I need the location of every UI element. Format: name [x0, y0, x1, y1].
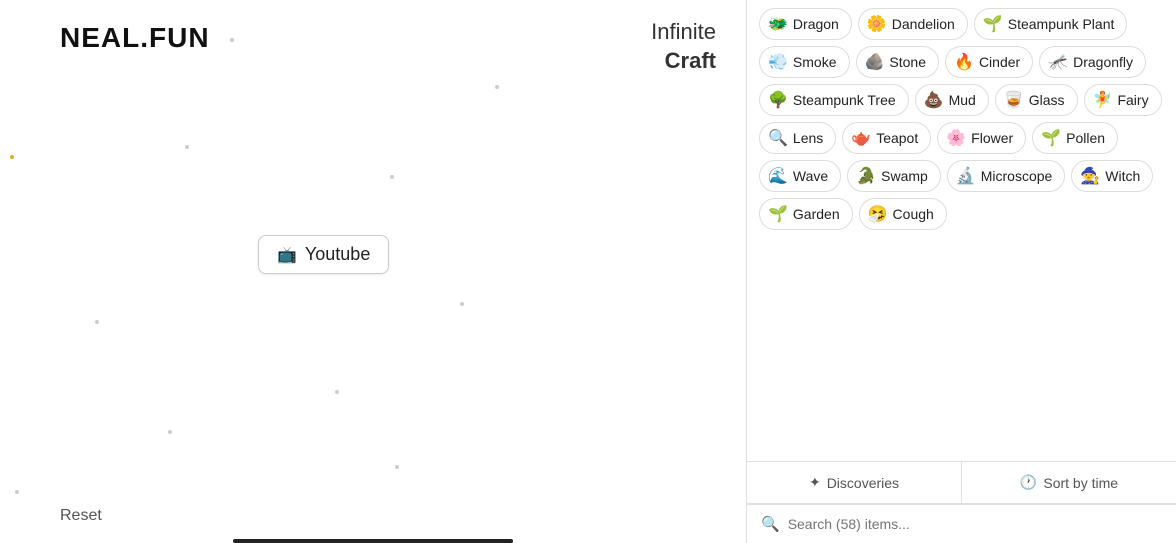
- element-label: Lens: [793, 130, 823, 146]
- element-label: Cough: [893, 206, 934, 222]
- element-emoji: 🌱: [1041, 128, 1061, 148]
- element-label: Witch: [1105, 168, 1140, 184]
- element-chip[interactable]: 🪨Stone: [856, 46, 940, 78]
- youtube-label: Youtube: [305, 244, 370, 265]
- clock-icon: 🕐: [1020, 474, 1037, 491]
- dot-decoration: [95, 320, 99, 324]
- element-emoji: 🌸: [946, 128, 966, 148]
- element-emoji: 🌱: [768, 204, 788, 224]
- discoveries-icon: ✦: [809, 474, 821, 491]
- element-label: Garden: [793, 206, 840, 222]
- element-emoji: 🌊: [768, 166, 788, 186]
- craft-canvas: NEAL.FUN InfiniteCraft 📺 Youtube Reset: [0, 0, 746, 543]
- element-label: Mud: [949, 92, 976, 108]
- search-input[interactable]: [788, 516, 1162, 532]
- discoveries-label: Discoveries: [827, 475, 899, 491]
- element-chip[interactable]: 🧚Fairy: [1084, 84, 1162, 116]
- element-emoji: 🌱: [983, 14, 1003, 34]
- element-chip[interactable]: 🌸 Flower: [937, 122, 1026, 154]
- element-label: Swamp: [881, 168, 928, 184]
- element-chip[interactable]: 🧙 Witch: [1071, 160, 1153, 192]
- element-emoji: 🐊: [856, 166, 876, 186]
- element-label: Pollen: [1066, 130, 1105, 146]
- element-label: Steampunk Tree: [793, 92, 896, 108]
- element-label: Stone: [889, 54, 926, 70]
- element-emoji: 🥃: [1004, 90, 1024, 110]
- element-chip[interactable]: 🔍 Lens: [759, 122, 836, 154]
- element-emoji: 🌳: [768, 90, 788, 110]
- element-chip[interactable]: 🐊 Swamp: [847, 160, 941, 192]
- element-chip[interactable]: 🔥 Cinder: [945, 46, 1033, 78]
- dot-decoration: [495, 85, 499, 89]
- element-label: Dragon: [793, 16, 839, 32]
- element-chip[interactable]: 🐲 Dragon: [759, 8, 852, 40]
- element-chip[interactable]: 🫖 Teapot: [842, 122, 931, 154]
- element-emoji: 🔍: [768, 128, 788, 148]
- sort-label: Sort by time: [1043, 475, 1118, 491]
- dot-decoration: [395, 465, 399, 469]
- element-chip[interactable]: 🦟 Dragonfly: [1039, 46, 1146, 78]
- reset-button[interactable]: Reset: [60, 507, 102, 525]
- youtube-emoji: 📺: [277, 245, 297, 265]
- element-chip[interactable]: 🌱 Pollen: [1032, 122, 1118, 154]
- dot-decoration: [15, 490, 19, 494]
- search-icon: 🔍: [761, 515, 780, 533]
- dot-decoration: [390, 175, 394, 179]
- element-chip[interactable]: 💨 Smoke: [759, 46, 850, 78]
- element-emoji: 💨: [768, 52, 788, 72]
- elements-list[interactable]: 🐲 Dragon 🌼 Dandelion 🌱 Steampunk Plant 💨 Smoke 🪨…: [747, 0, 1176, 461]
- element-chip[interactable]: 💩 Mud: [915, 84, 989, 116]
- element-label: Fairy: [1117, 92, 1148, 108]
- dot-decoration: [185, 145, 189, 149]
- dot-decoration: [10, 155, 14, 159]
- element-label: Smoke: [793, 54, 837, 70]
- element-label: Steampunk Plant: [1008, 16, 1115, 32]
- element-emoji: 🤧: [868, 204, 888, 224]
- element-chip[interactable]: 🌊 Wave: [759, 160, 841, 192]
- sort-by-time-tab[interactable]: 🕐 Sort by time: [962, 462, 1176, 503]
- discoveries-tab[interactable]: ✦ Discoveries: [747, 462, 962, 503]
- element-label: Wave: [793, 168, 828, 184]
- element-emoji: 🧙: [1080, 166, 1100, 186]
- element-chip[interactable]: 🥃 Glass: [995, 84, 1078, 116]
- dot-decoration: [460, 302, 464, 306]
- element-emoji: 🔥: [954, 52, 974, 72]
- element-emoji: 🔬: [956, 166, 976, 186]
- element-label: Flower: [971, 130, 1013, 146]
- element-emoji: 🌼: [867, 14, 887, 34]
- element-label: Dandelion: [892, 16, 955, 32]
- element-label: Teapot: [876, 130, 918, 146]
- element-emoji: 🪨: [865, 52, 885, 72]
- element-emoji: 🐲: [768, 14, 788, 34]
- neal-fun-logo[interactable]: NEAL.FUN: [60, 22, 210, 54]
- dot-decoration: [335, 390, 339, 394]
- youtube-element[interactable]: 📺 Youtube: [258, 235, 389, 274]
- element-chip[interactable]: 🌱 Steampunk Plant: [974, 8, 1128, 40]
- infinite-craft-logo: InfiniteCraft: [651, 18, 716, 75]
- dot-decoration: [230, 38, 234, 42]
- element-emoji: 🦟: [1048, 52, 1068, 72]
- element-chip[interactable]: 🌳 Steampunk Tree: [759, 84, 909, 116]
- search-bar: 🔍: [747, 504, 1176, 543]
- element-emoji: 🫖: [851, 128, 871, 148]
- element-chip[interactable]: 🌱 Garden: [759, 198, 853, 230]
- bottom-bar: [233, 539, 513, 543]
- element-emoji: 🧚: [1093, 90, 1113, 110]
- element-label: Glass: [1029, 92, 1065, 108]
- element-label: Dragonfly: [1073, 54, 1133, 70]
- element-chip[interactable]: 🌼 Dandelion: [858, 8, 968, 40]
- element-chip[interactable]: 🔬 Microscope: [947, 160, 1066, 192]
- element-label: Microscope: [981, 168, 1053, 184]
- sidebar-tabs: ✦ Discoveries 🕐 Sort by time: [747, 461, 1176, 504]
- elements-grid: 🐲 Dragon 🌼 Dandelion 🌱 Steampunk Plant 💨 Smoke 🪨…: [759, 8, 1164, 234]
- sidebar: 🐲 Dragon 🌼 Dandelion 🌱 Steampunk Plant 💨 Smoke 🪨…: [746, 0, 1176, 543]
- dot-decoration: [168, 430, 172, 434]
- element-emoji: 💩: [924, 90, 944, 110]
- element-label: Cinder: [979, 54, 1020, 70]
- element-chip[interactable]: 🤧 Cough: [859, 198, 947, 230]
